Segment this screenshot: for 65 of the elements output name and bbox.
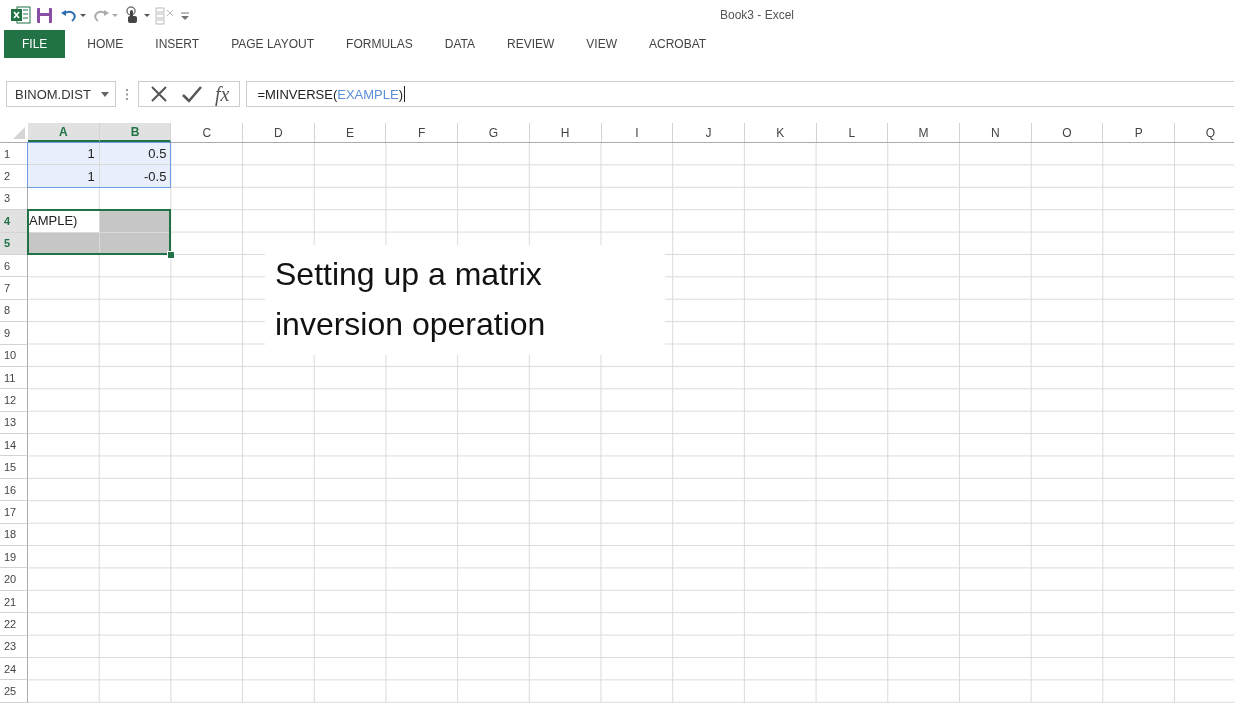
row-header[interactable]: 21 — [0, 590, 28, 614]
table-cell: 1 — [28, 165, 100, 188]
dropdown-icon — [101, 91, 109, 97]
ribbon-tab[interactable]: ACROBAT — [633, 30, 723, 58]
excel-logo-icon[interactable] — [10, 5, 32, 25]
row-header[interactable]: 18 — [0, 523, 28, 547]
file-tab[interactable]: FILE — [4, 30, 66, 58]
insert-function-button[interactable]: fx — [215, 82, 230, 106]
callout-text: inversion operation — [275, 305, 547, 344]
row-header[interactable]: 24 — [0, 658, 28, 681]
row-header[interactable]: 9 — [0, 322, 28, 345]
ribbon-tab[interactable]: REVIEW — [491, 30, 571, 58]
column-header[interactable]: M — [888, 123, 960, 142]
row-header[interactable]: 15 — [0, 456, 28, 479]
row-header[interactable]: 22 — [0, 613, 28, 636]
column-header[interactable]: B — [99, 123, 172, 142]
row-header[interactable]: 12 — [0, 389, 28, 412]
column-header[interactable]: G — [458, 123, 530, 142]
fill-handle[interactable] — [167, 251, 176, 259]
column-header[interactable]: H — [529, 123, 602, 142]
table-cell: 1 — [28, 143, 100, 166]
column-header[interactable]: N — [959, 123, 1032, 142]
ribbon-tab[interactable]: PAGE LAYOUT — [215, 30, 331, 58]
table-cell: 0.5 — [99, 143, 172, 166]
row-header[interactable]: 16 — [0, 478, 28, 502]
column-header[interactable]: K — [744, 123, 817, 142]
row-header[interactable]: 17 — [0, 501, 28, 524]
ribbon-tab[interactable]: DATA — [428, 30, 491, 58]
row-header[interactable]: 19 — [0, 546, 28, 569]
formula-field[interactable]: =MINVERSE(EXAMPLE) — [246, 81, 1234, 107]
column-header[interactable]: J — [673, 123, 745, 142]
column-header[interactable]: F — [386, 123, 459, 142]
row-header[interactable]: 7 — [0, 277, 28, 300]
row-header[interactable]: 14 — [0, 434, 28, 457]
column-header[interactable]: I — [601, 123, 674, 142]
row-header[interactable]: 23 — [0, 635, 28, 658]
row-header[interactable]: 10 — [0, 344, 28, 367]
row-header[interactable]: 4 — [0, 210, 28, 233]
window-title: Book3 - Excel — [720, 8, 795, 22]
check-icon[interactable] — [181, 84, 203, 104]
name-box[interactable]: BINOM.DIST — [6, 81, 116, 107]
column-header[interactable]: L — [816, 123, 889, 142]
column-header[interactable]: Q — [1175, 123, 1234, 142]
row-header[interactable]: 3 — [0, 187, 28, 211]
column-header[interactable]: O — [1031, 123, 1104, 142]
cancel-icon[interactable] — [149, 84, 169, 104]
ribbon-tab[interactable]: HOME — [71, 30, 140, 58]
table-cell: -0.5 — [99, 165, 172, 188]
row-header[interactable]: 5 — [0, 232, 28, 255]
ribbon-tab[interactable]: INSERT — [139, 30, 216, 58]
row-header[interactable]: 2 — [0, 165, 28, 188]
column-header[interactable]: E — [314, 123, 387, 142]
ribbon-tab[interactable]: VIEW — [570, 30, 633, 58]
row-header[interactable]: 13 — [0, 411, 28, 435]
column-header[interactable]: P — [1103, 123, 1175, 142]
column-header[interactable]: D — [243, 123, 315, 142]
ribbon-tab[interactable]: FORMULAS — [330, 30, 429, 58]
row-header[interactable]: 20 — [0, 568, 28, 591]
callout-text: Setting up a matrix — [275, 255, 543, 294]
row-header[interactable]: 6 — [0, 254, 28, 278]
row-header[interactable]: 25 — [0, 680, 28, 703]
column-header[interactable]: C — [171, 123, 244, 142]
row-header[interactable]: 8 — [0, 299, 28, 323]
row-header[interactable]: 11 — [0, 366, 28, 390]
column-header[interactable]: A — [28, 123, 100, 142]
